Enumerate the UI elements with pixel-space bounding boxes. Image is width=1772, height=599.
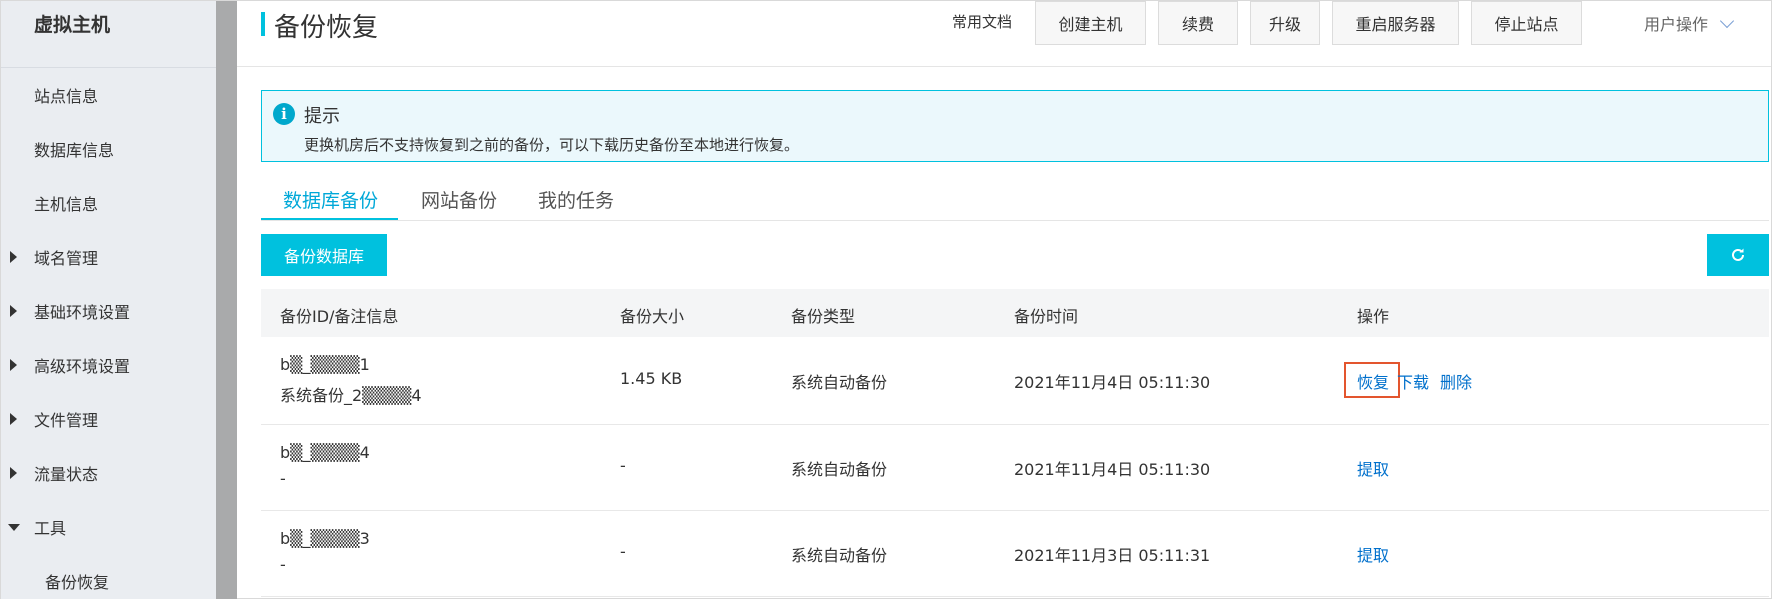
column-header: 备份ID/备注信息	[280, 307, 399, 326]
sidebar-item-label: 主机信息	[34, 195, 99, 214]
backup-time: 2021年11月4日 05:11:30	[1014, 373, 1211, 392]
tip-box: i 提示 更换机房后不支持恢复到之前的备份，可以下载历史备份至本地进行恢复。	[261, 90, 1769, 162]
sidebar-item-domain-mgmt[interactable]: 域名管理	[1, 235, 216, 279]
header: 备份恢复 常用文档 创建主机 续费 升级 重启服务器 停止站点 用户操作	[237, 1, 1771, 67]
sidebar-item-label: 域名管理	[34, 249, 99, 268]
column-header: 备份类型	[791, 307, 856, 326]
backup-note: 系统备份_2▒▒▒▒4	[280, 386, 422, 405]
sidebar-item-label: 工具	[34, 519, 67, 538]
download-link[interactable]: 下载	[1397, 369, 1429, 393]
chevron-down-icon	[1719, 13, 1735, 29]
sidebar-item-label: 站点信息	[34, 87, 99, 106]
sidebar-item-label: 基础环境设置	[34, 303, 131, 322]
extract-link[interactable]: 提取	[1357, 542, 1389, 566]
backup-type: 系统自动备份	[791, 373, 888, 392]
tab-bar: 数据库备份 网站备份 我的任务	[261, 176, 1769, 221]
table-row: b▒_▒▒▒▒1 系统备份_2▒▒▒▒4 1.45 KB 系统自动备份 2021…	[261, 337, 1769, 425]
restore-link[interactable]: 恢复	[1357, 369, 1389, 393]
backup-note: -	[280, 555, 286, 574]
stop-site-button[interactable]: 停止站点	[1471, 1, 1582, 45]
sidebar-item-backup-restore[interactable]: 备份恢复	[1, 559, 216, 599]
main-content: 备份恢复 常用文档 创建主机 续费 升级 重启服务器 停止站点 用户操作 i 提…	[237, 1, 1771, 599]
backup-id: b▒_▒▒▒▒3	[280, 529, 370, 548]
tab-db-backup[interactable]: 数据库备份	[283, 186, 378, 213]
sidebar-item-label: 备份恢复	[45, 573, 110, 592]
sidebar-item-tools[interactable]: 工具	[1, 505, 216, 549]
sidebar-item-advanced-env[interactable]: 高级环境设置	[1, 343, 216, 387]
caret-right-icon	[10, 305, 17, 317]
backup-size: -	[620, 456, 626, 475]
upgrade-button[interactable]: 升级	[1250, 1, 1320, 45]
tip-title: 提示	[304, 106, 340, 127]
info-icon: i	[273, 103, 295, 125]
table-header: 备份ID/备注信息 备份大小 备份类型 备份时间 操作	[261, 289, 1769, 337]
docs-link[interactable]: 常用文档	[952, 11, 1012, 32]
backup-size: 1.45 KB	[620, 369, 683, 388]
sidebar-item-site-info[interactable]: 站点信息	[1, 73, 216, 117]
column-header: 备份大小	[620, 307, 685, 326]
delete-link[interactable]: 删除	[1440, 369, 1472, 393]
sidebar-item-label: 数据库信息	[34, 141, 115, 160]
tab-my-tasks[interactable]: 我的任务	[538, 186, 614, 213]
renew-button[interactable]: 续费	[1158, 1, 1238, 45]
title-accent	[261, 12, 265, 36]
sidebar-title: 虚拟主机	[34, 14, 111, 36]
sidebar-item-file-mgmt[interactable]: 文件管理	[1, 397, 216, 441]
caret-right-icon	[10, 251, 17, 263]
tip-text: 更换机房后不支持恢复到之前的备份，可以下载历史备份至本地进行恢复。	[304, 136, 800, 154]
active-tab-indicator	[261, 218, 398, 220]
sidebar-item-host-info[interactable]: 主机信息	[1, 181, 216, 225]
backup-database-button[interactable]: 备份数据库	[261, 234, 387, 276]
sidebar-item-traffic[interactable]: 流量状态	[1, 451, 216, 495]
create-host-button[interactable]: 创建主机	[1035, 1, 1146, 45]
backup-note: -	[280, 469, 286, 488]
sidebar-item-basic-env[interactable]: 基础环境设置	[1, 289, 216, 333]
refresh-button[interactable]	[1707, 234, 1769, 276]
refresh-icon	[1732, 248, 1744, 261]
sidebar-item-label: 高级环境设置	[34, 357, 131, 376]
sidebar-item-database-info[interactable]: 数据库信息	[1, 127, 216, 171]
table-row: b▒_▒▒▒▒4 - - 系统自动备份 2021年11月4日 05:11:30 …	[261, 425, 1769, 511]
backup-time: 2021年11月4日 05:11:30	[1014, 460, 1211, 479]
caret-down-icon	[8, 523, 20, 531]
column-header: 备份时间	[1014, 307, 1079, 326]
caret-right-icon	[10, 413, 17, 425]
backup-type: 系统自动备份	[791, 546, 888, 565]
user-ops-label: 用户操作	[1644, 15, 1709, 34]
table-row: b▒_▒▒▒▒3 - - 系统自动备份 2021年11月3日 05:11:31 …	[261, 511, 1769, 597]
backup-id: b▒_▒▒▒▒1	[280, 355, 370, 374]
sidebar: 虚拟主机 站点信息 数据库信息 主机信息 域名管理 基础环境设置 高级环境设置 …	[1, 1, 216, 599]
backup-type: 系统自动备份	[791, 460, 888, 479]
backup-size: -	[620, 542, 626, 561]
restart-server-button[interactable]: 重启服务器	[1332, 1, 1459, 45]
sidebar-scrollbar[interactable]	[216, 1, 237, 599]
page-title: 备份恢复	[274, 13, 379, 43]
sidebar-divider	[1, 67, 216, 68]
sidebar-item-label: 流量状态	[34, 465, 99, 484]
caret-right-icon	[10, 467, 17, 479]
user-ops-dropdown[interactable]: 用户操作	[1644, 11, 1735, 35]
extract-link[interactable]: 提取	[1357, 456, 1389, 480]
sidebar-item-label: 文件管理	[34, 411, 99, 430]
backup-time: 2021年11月3日 05:11:31	[1014, 546, 1211, 565]
backup-id: b▒_▒▒▒▒4	[280, 443, 370, 462]
app-window: 虚拟主机 站点信息 数据库信息 主机信息 域名管理 基础环境设置 高级环境设置 …	[0, 0, 1772, 599]
tab-site-backup[interactable]: 网站备份	[421, 186, 497, 213]
caret-right-icon	[10, 359, 17, 371]
column-header: 操作	[1357, 307, 1390, 326]
